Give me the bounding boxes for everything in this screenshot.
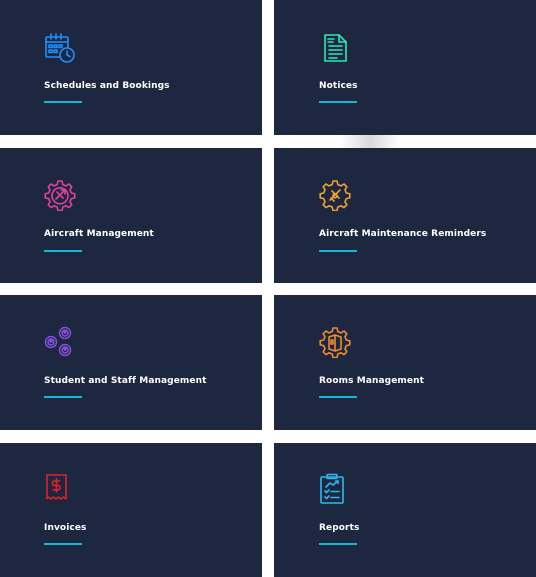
card-aircraft-management[interactable]: Aircraft Management [0,148,262,283]
card-reports[interactable]: Reports [274,443,536,577]
calendar-clock-icon [44,32,76,64]
notice-document-icon [319,32,351,64]
report-clipboard-icon [319,473,351,505]
card-label: Notices [319,81,358,91]
card-aircraft-maintenance-reminders[interactable]: Aircraft Maintenance Reminders [274,148,536,283]
card-label: Rooms Management [319,376,425,386]
card-accent-underline [44,543,82,545]
aircraft-maintenance-gear-icon [319,179,351,211]
card-notices[interactable]: Notices [274,0,536,135]
card-accent-underline [319,543,357,545]
feature-grid: Schedules and Bookings Notices Aircraft … [0,0,536,577]
people-gears-icon [44,326,76,358]
card-accent-underline [319,101,357,103]
background-decoration [340,135,400,148]
card-accent-underline [44,101,82,103]
invoice-dollar-icon [44,473,76,505]
card-student-and-staff-management[interactable]: Student and Staff Management [0,295,262,430]
card-invoices[interactable]: Invoices [0,443,262,577]
room-gear-icon [319,326,351,358]
card-label: Student and Staff Management [44,376,207,386]
aircraft-gear-icon [44,179,76,211]
card-label: Invoices [44,523,87,533]
card-schedules-and-bookings[interactable]: Schedules and Bookings [0,0,262,135]
card-accent-underline [44,396,82,398]
card-label: Aircraft Management [44,229,154,239]
card-rooms-management[interactable]: Rooms Management [274,295,536,430]
card-label: Reports [319,523,360,533]
card-label: Aircraft Maintenance Reminders [319,229,487,239]
card-accent-underline [319,250,357,252]
card-label: Schedules and Bookings [44,81,170,91]
card-accent-underline [319,396,357,398]
card-accent-underline [44,250,82,252]
